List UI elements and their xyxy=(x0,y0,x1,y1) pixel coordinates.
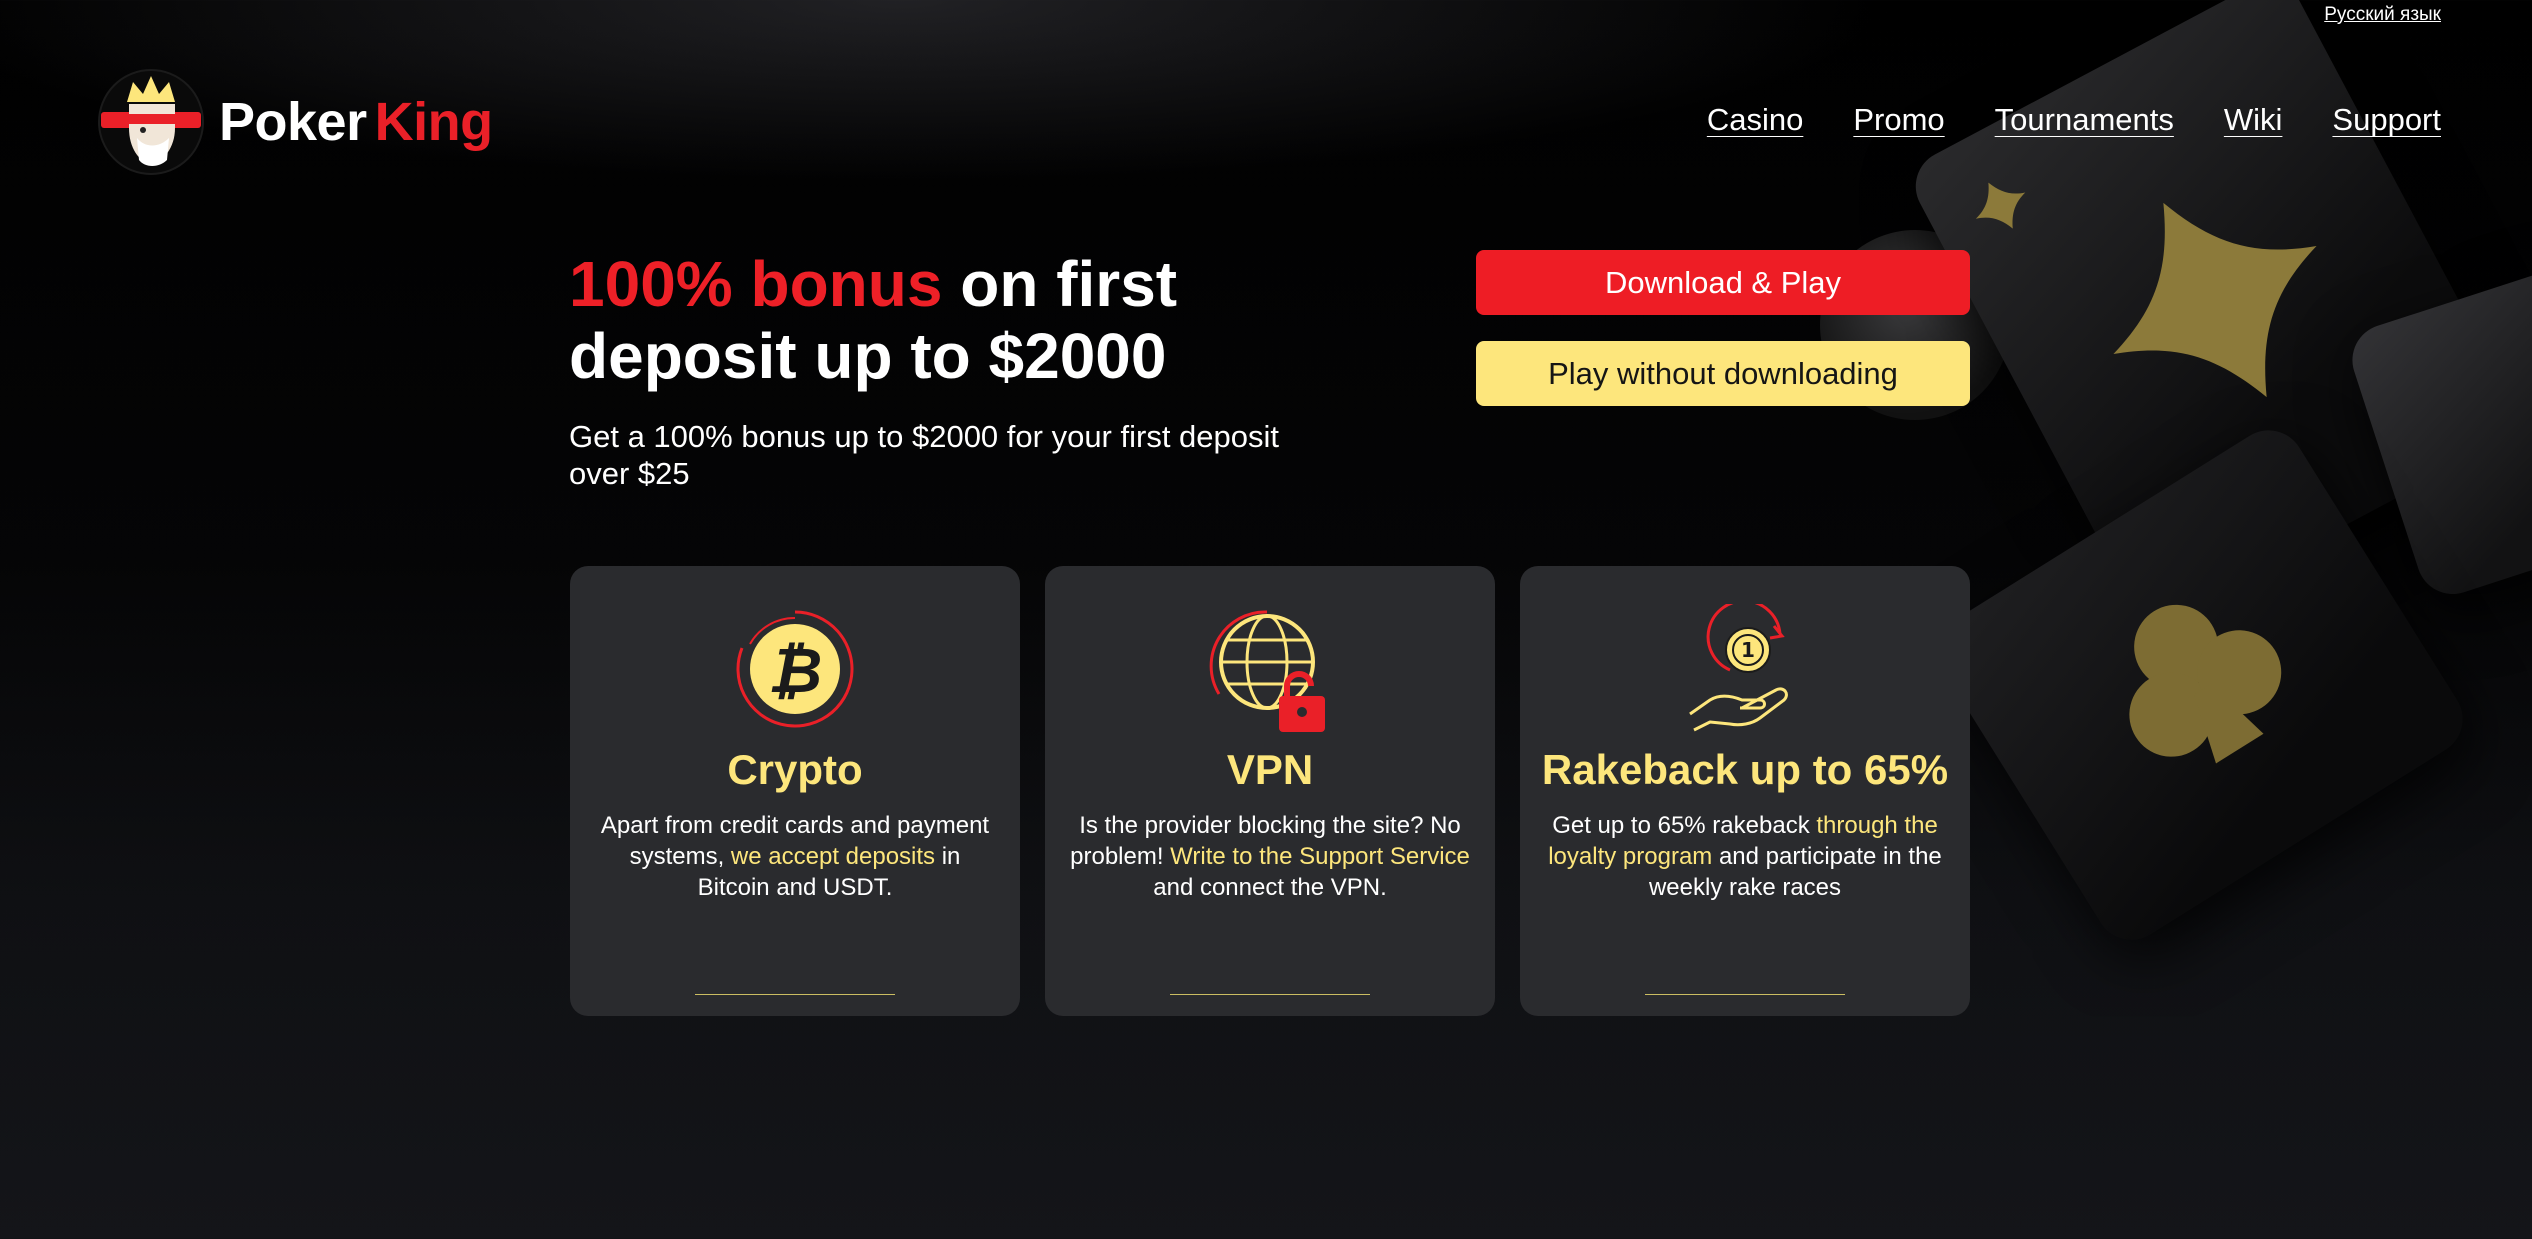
main-nav: Casino Promo Tournaments Wiki Support xyxy=(1707,102,2441,138)
brand-word-king: King xyxy=(374,92,493,152)
svg-text:₿: ₿ xyxy=(768,634,822,707)
nav-wiki[interactable]: Wiki xyxy=(2224,102,2283,138)
brand-name: Poker King xyxy=(219,91,493,153)
nav-casino[interactable]: Casino xyxy=(1707,102,1804,138)
nav-support[interactable]: Support xyxy=(2332,102,2441,138)
brand-logo[interactable]: Poker King xyxy=(97,68,493,176)
feature-description: Apart from credit cards and payment syst… xyxy=(592,810,998,903)
download-play-button[interactable]: Download & Play xyxy=(1476,250,1970,315)
brand-word-poker: Poker xyxy=(219,92,367,152)
nav-tournaments[interactable]: Tournaments xyxy=(1995,102,2174,138)
hero-title: 100% bonus on first deposit up to $2000 xyxy=(569,248,1289,392)
card-divider xyxy=(1645,994,1845,995)
language-switch-link[interactable]: Русский язык xyxy=(2324,4,2441,26)
play-without-downloading-button[interactable]: Play without downloading xyxy=(1476,341,1970,406)
feature-description: Get up to 65% rakeback through the loyal… xyxy=(1542,810,1948,903)
king-logo-icon xyxy=(98,69,204,175)
nav-promo[interactable]: Promo xyxy=(1853,102,1944,138)
feature-title: Crypto xyxy=(727,746,863,793)
feature-card-rakeback: 1 Rakeback up to 65% Get up to 65% rakeb… xyxy=(1520,566,1970,1016)
feature-description: Is the provider blocking the site? No pr… xyxy=(1067,810,1473,903)
feature-title: VPN xyxy=(1226,746,1314,793)
feature-link[interactable]: Write to the Support Service xyxy=(1170,843,1470,870)
feature-card-crypto: ₿ Crypto Apart from credit cards and pay… xyxy=(570,566,1020,1016)
svg-text:1: 1 xyxy=(1741,638,1755,662)
card-divider xyxy=(695,994,895,995)
feature-title: Rakeback up to 65% xyxy=(1541,746,1949,793)
hero-title-highlight: 100% bonus xyxy=(569,248,943,320)
card-divider xyxy=(1170,994,1370,995)
coin-hand-icon: 1 xyxy=(1689,604,1788,732)
feature-card-vpn: VPN Is the provider blocking the site? N… xyxy=(1045,566,1495,1016)
hero-subtitle: Get a 100% bonus up to $2000 for your fi… xyxy=(569,419,1280,491)
feature-text: Get up to 65% rakeback xyxy=(1552,812,1817,839)
globe-unlock-icon xyxy=(1209,610,1325,732)
feature-link[interactable]: we accept deposits xyxy=(731,843,935,870)
bitcoin-icon: ₿ xyxy=(736,610,854,728)
feature-text: and connect the VPN. xyxy=(1153,874,1387,901)
